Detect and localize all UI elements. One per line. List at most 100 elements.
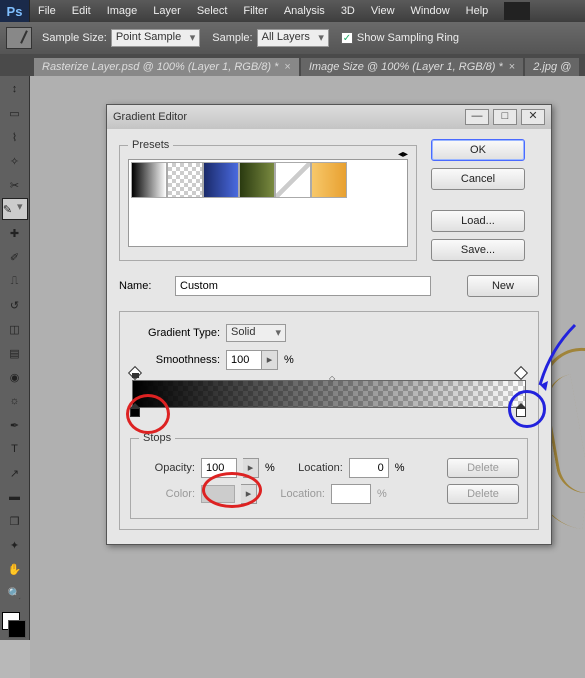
smoothness-input[interactable]	[226, 350, 262, 370]
chevron-right-icon[interactable]: ▸	[241, 484, 257, 504]
menu-3d[interactable]: 3D	[333, 5, 363, 17]
brush-tool-icon[interactable]: ✐	[2, 246, 28, 268]
color-stop-right[interactable]	[516, 408, 528, 422]
menu-image[interactable]: Image	[99, 5, 146, 17]
sample-label: Sample:	[212, 32, 252, 44]
hand-tool-icon[interactable]: ✋	[2, 558, 28, 580]
preset-swatch[interactable]	[131, 162, 167, 198]
opacity-stop-left[interactable]	[130, 368, 142, 380]
tab-rasterize[interactable]: Rasterize Layer.psd @ 100% (Layer 1, RGB…	[34, 58, 299, 76]
shape-tool-icon[interactable]: ▬	[2, 486, 28, 508]
pen-tool-icon[interactable]: ✒	[2, 414, 28, 436]
delete-color-stop-button[interactable]: Delete	[447, 484, 519, 504]
location-label: Location:	[281, 462, 343, 474]
delete-opacity-stop-button[interactable]: Delete	[447, 458, 519, 478]
presets-group: Presets ◂▸	[119, 139, 417, 261]
menu-edit[interactable]: Edit	[64, 5, 99, 17]
load-button[interactable]: Load...	[431, 210, 525, 232]
menu-window[interactable]: Window	[403, 5, 458, 17]
dialog-titlebar[interactable]: Gradient Editor — □ ✕	[107, 105, 551, 129]
menu-file[interactable]: File	[30, 5, 64, 17]
gradient-tool-icon[interactable]: ▤	[2, 342, 28, 364]
menu-view[interactable]: View	[363, 5, 403, 17]
presets-legend: Presets	[128, 139, 173, 151]
eraser-tool-icon[interactable]: ◫	[2, 318, 28, 340]
eyedropper-tool-icon[interactable]: ✎	[2, 198, 28, 220]
location-input[interactable]	[349, 458, 389, 478]
type-tool-icon[interactable]: T	[2, 438, 28, 460]
name-label: Name:	[119, 280, 175, 292]
background-swatch[interactable]	[8, 620, 26, 638]
pct-label: %	[265, 462, 275, 474]
menu-filter[interactable]: Filter	[235, 5, 275, 17]
presets-menu-icon[interactable]: ◂▸	[398, 149, 408, 160]
stamp-tool-icon[interactable]: ⎍	[2, 270, 28, 292]
chevron-right-icon[interactable]: ▸	[243, 458, 259, 478]
menu-bar: Ps File Edit Image Layer Select Filter A…	[0, 0, 585, 22]
menu-analysis[interactable]: Analysis	[276, 5, 333, 17]
preset-swatch[interactable]	[167, 162, 203, 198]
tab-imagesize[interactable]: Image Size @ 100% (Layer 1, RGB/8) *×	[301, 58, 523, 76]
zoom-tool-icon[interactable]: 🔍	[2, 582, 28, 604]
color-chip[interactable]	[201, 485, 235, 503]
gradient-preview[interactable]: ◇	[132, 380, 526, 408]
preset-swatch[interactable]	[239, 162, 275, 198]
maximize-icon[interactable]: □	[493, 109, 517, 125]
sample-size-select[interactable]: Point Sample	[111, 29, 200, 47]
sample-select[interactable]: All Layers	[257, 29, 329, 47]
gradient-editor-dialog: Gradient Editor — □ ✕ Presets ◂▸ OK Canc	[106, 104, 552, 545]
ok-button[interactable]: OK	[431, 139, 525, 161]
menu-select[interactable]: Select	[189, 5, 236, 17]
marquee-tool-icon[interactable]: ▭	[2, 102, 28, 124]
opacity-stop-right[interactable]	[516, 368, 528, 380]
wand-tool-icon[interactable]: ✧	[2, 150, 28, 172]
move-tool-icon[interactable]: ↕	[2, 78, 28, 100]
pct-label: %	[284, 354, 294, 366]
3d-tool-icon[interactable]: ❒	[2, 510, 28, 532]
preset-swatch[interactable]	[203, 162, 239, 198]
preset-list[interactable]	[128, 159, 408, 247]
eyedropper-icon	[6, 27, 32, 49]
preset-swatch[interactable]	[275, 162, 311, 198]
name-input[interactable]	[175, 276, 431, 296]
pct-label: %	[395, 462, 405, 474]
show-ring-label: Show Sampling Ring	[357, 32, 459, 44]
smoothness-label: Smoothness:	[130, 354, 220, 366]
color-swatches[interactable]	[0, 612, 29, 638]
gradient-type-select[interactable]: Solid	[226, 324, 286, 342]
path-tool-icon[interactable]: ↗	[2, 462, 28, 484]
menu-help[interactable]: Help	[458, 5, 497, 17]
heal-tool-icon[interactable]: ✚	[2, 222, 28, 244]
blur-tool-icon[interactable]: ◉	[2, 366, 28, 388]
3d-camera-icon[interactable]: ✦	[2, 534, 28, 556]
color-location-input	[331, 484, 371, 504]
document-tabs: Rasterize Layer.psd @ 100% (Layer 1, RGB…	[0, 54, 585, 76]
dialog-title: Gradient Editor	[113, 111, 461, 123]
cancel-button[interactable]: Cancel	[431, 168, 525, 190]
close-icon[interactable]: ×	[284, 61, 290, 73]
save-button[interactable]: Save...	[431, 239, 525, 261]
menu-layer[interactable]: Layer	[145, 5, 189, 17]
midpoint-icon[interactable]: ◇	[329, 374, 335, 383]
chevron-right-icon[interactable]: ▸	[262, 350, 278, 370]
tab-2jpg[interactable]: 2.jpg @	[525, 58, 579, 76]
close-icon[interactable]: ✕	[521, 109, 545, 125]
options-bar: Sample Size: Point Sample Sample: All La…	[0, 22, 585, 54]
crop-tool-icon[interactable]: ✂	[2, 174, 28, 196]
opacity-input[interactable]	[201, 458, 237, 478]
close-icon[interactable]: ×	[509, 61, 515, 73]
gradient-group: Gradient Type: Solid Smoothness: ▸ % ◇ S…	[119, 311, 539, 530]
color-stop-left[interactable]	[130, 408, 142, 422]
color-label: Color:	[139, 488, 195, 500]
lasso-tool-icon[interactable]: ⌇	[2, 126, 28, 148]
workspace-icon[interactable]	[504, 2, 530, 20]
stops-legend: Stops	[139, 432, 175, 444]
dodge-tool-icon[interactable]: ☼	[2, 390, 28, 412]
history-brush-icon[interactable]: ↺	[2, 294, 28, 316]
preset-swatch[interactable]	[311, 162, 347, 198]
show-ring-checkbox[interactable]: ✓	[341, 32, 353, 44]
stops-group: Stops Opacity: ▸ % Location: % Delete Co…	[130, 432, 528, 519]
new-button[interactable]: New	[467, 275, 539, 297]
gradient-type-label: Gradient Type:	[130, 327, 220, 339]
minimize-icon[interactable]: —	[465, 109, 489, 125]
